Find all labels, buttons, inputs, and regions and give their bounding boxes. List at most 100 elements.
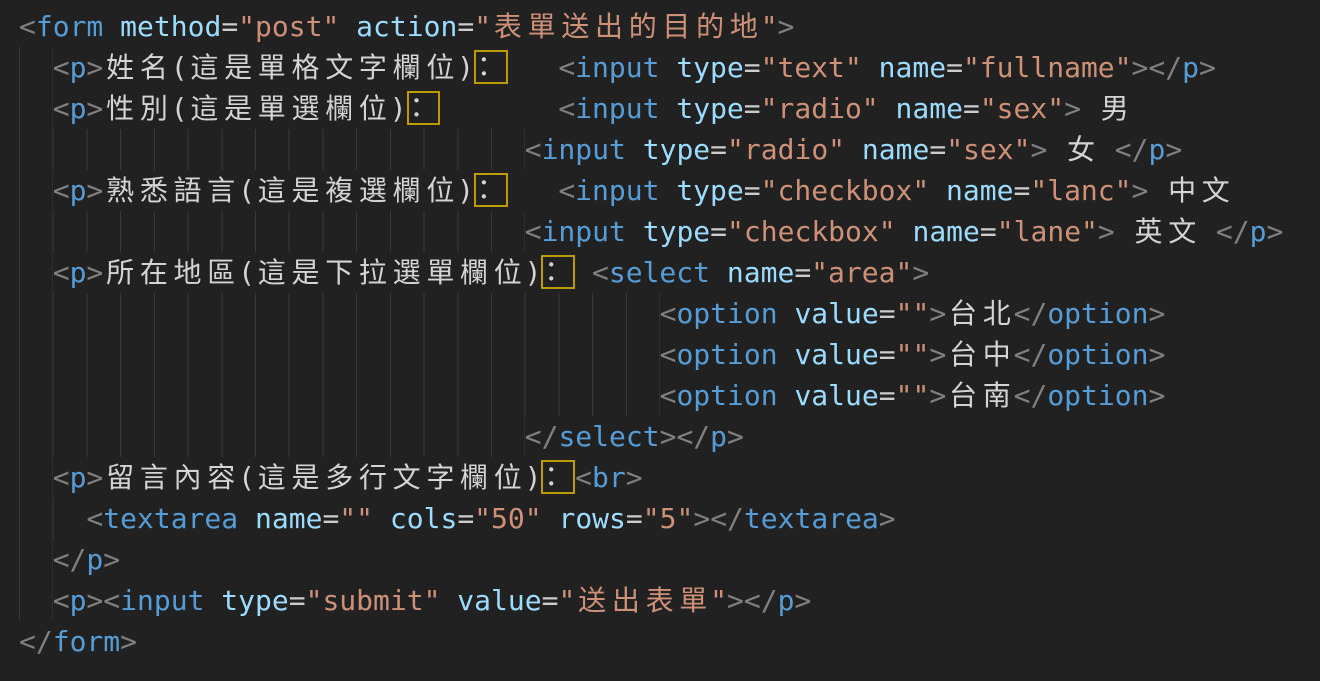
cjk-char: 容 [204,457,238,498]
code-token: "area" [811,256,912,289]
code-token: input [575,92,659,125]
code-token: "radio" [727,133,845,166]
code-token: = [542,584,559,617]
code-token: < [86,502,103,535]
code-token: = [744,51,761,84]
code-token: value [778,338,879,371]
code-token: type [626,215,710,248]
code-token [1148,174,1165,207]
code-token: = [744,92,761,125]
code-token: > [86,256,103,289]
code-token: > [929,338,946,371]
cjk-char: 留 [103,457,137,498]
cjk-char: 是 [289,457,323,498]
cjk-char: 這 [188,47,222,88]
indent-guides [19,211,525,252]
code-token: > [1098,215,1115,248]
code-token: textarea [744,502,879,535]
code-token: ( [171,92,188,125]
code-line[interactable]: <input type="radio" name="sex"> 女 </p> [19,129,1320,170]
code-line[interactable]: <p><input type="submit" value="送出表單"></p… [19,580,1320,621]
code-token: > [1148,297,1165,330]
cjk-char: 別 [137,88,171,129]
indent-guides [19,293,660,334]
code-editor[interactable]: <form method="post" action="表單送出的目的地"><p… [0,0,1320,681]
code-token: input [542,215,626,248]
cjk-char: 悉 [137,170,171,211]
code-token [1115,215,1132,248]
code-line[interactable]: </form> [19,621,1320,662]
code-token: > [1031,133,1048,166]
code-token: textarea [103,502,238,535]
code-token: ( [171,51,188,84]
cjk-char: 這 [188,88,222,129]
code-token: p [70,256,87,289]
code-token: > [660,420,677,453]
cjk-char: 的 [693,6,727,47]
cjk-char: 欄 [457,252,491,293]
cjk-char: 地 [171,252,205,293]
code-token: = [457,10,474,43]
code-line[interactable]: <option value="">台北</option> [19,293,1320,334]
code-line[interactable]: <p>所在地區(這是下拉選單欄位)： <select name="area"> [19,252,1320,293]
code-token: < [660,297,677,330]
cjk-char: 英 [1132,211,1166,252]
code-token: = [626,502,643,535]
code-token: action [339,10,457,43]
code-token: > [86,51,103,84]
code-token: name [929,174,1013,207]
code-token: p [1182,51,1199,84]
cjk-char: 語 [171,170,205,211]
code-token: < [53,92,70,125]
code-token: ) [390,92,407,125]
code-token: > [1165,133,1182,166]
indent-guides [19,539,53,580]
code-token: p [1149,133,1166,166]
code-line[interactable]: <p>留言內容(這是多行文字欄位)：<br> [19,457,1320,498]
code-line[interactable]: <p>熟悉語言(這是複選欄位)： <input type="checkbox" … [19,170,1320,211]
cjk-char: 欄 [322,88,356,129]
cjk-char: 所 [103,252,137,293]
code-token: name [238,502,322,535]
cjk-char: 在 [137,252,171,293]
cjk-char: 選 [356,170,390,211]
code-token: name [710,256,794,289]
cjk-char: 文 [1199,170,1233,211]
cjk-char: 格 [289,47,323,88]
cjk-char: 位 [491,252,525,293]
code-token: < [558,51,575,84]
code-token: < [53,174,70,207]
code-line[interactable]: </select></p> [19,416,1320,457]
cjk-char: 表 [491,6,525,47]
code-line[interactable]: <textarea name="" cols="50" rows="5"></t… [19,498,1320,539]
code-area[interactable]: <form method="post" action="表單送出的目的地"><p… [19,6,1320,662]
code-token: "checkbox" [761,174,930,207]
code-token: value [440,584,541,617]
code-token: > [879,502,896,535]
cjk-char: 單 [525,6,559,47]
code-line[interactable]: <option value="">台南</option> [19,375,1320,416]
code-line[interactable]: <input type="checkbox" name="lane"> 英文 <… [19,211,1320,252]
code-line[interactable]: <p>姓名(這是單格文字欄位)： <input type="text" name… [19,47,1320,88]
indent-guides [19,170,53,211]
cjk-char: 是 [289,170,323,211]
cjk-char: 出 [609,580,643,621]
code-token: = [879,379,896,412]
code-line[interactable]: <p>性別(這是單選欄位)： <input type="radio" name=… [19,88,1320,129]
code-line[interactable]: <option value="">台中</option> [19,334,1320,375]
code-token: form [53,625,120,658]
code-token: option [676,338,777,371]
code-token: ( [238,174,255,207]
code-token: = [879,338,896,371]
code-token: </ [1014,338,1048,371]
code-line[interactable]: <form method="post" action="表單送出的目的地"> [19,6,1320,47]
cjk-char: 北 [980,293,1014,334]
code-line[interactable]: </p> [19,539,1320,580]
cjk-char: 欄 [457,457,491,498]
code-token: > [86,461,103,494]
cjk-char: 男 [1098,88,1132,129]
code-token: < [53,584,70,617]
unicode-highlight-box: ： [407,91,441,125]
code-token: type [659,51,743,84]
code-token: < [575,461,592,494]
